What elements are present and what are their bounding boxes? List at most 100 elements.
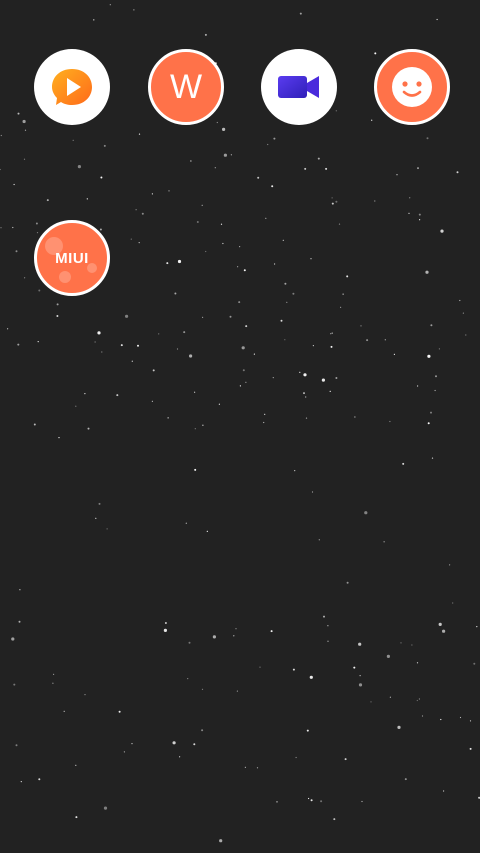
star xyxy=(239,246,241,248)
star xyxy=(303,373,307,377)
smiley-app-icon[interactable] xyxy=(374,49,450,125)
star xyxy=(256,767,259,769)
star xyxy=(459,299,461,302)
star xyxy=(431,457,434,459)
star xyxy=(17,343,20,346)
star xyxy=(358,683,363,687)
star xyxy=(438,348,440,350)
star xyxy=(462,312,464,314)
star xyxy=(299,12,302,15)
star xyxy=(274,263,276,265)
star xyxy=(286,301,288,303)
video-player-app-icon[interactable] xyxy=(34,49,110,125)
star xyxy=(353,666,356,669)
star xyxy=(13,683,16,686)
star xyxy=(84,694,86,696)
star xyxy=(86,198,88,200)
star xyxy=(138,133,141,135)
star xyxy=(201,204,203,206)
star xyxy=(306,729,309,732)
star xyxy=(389,420,391,423)
star xyxy=(264,413,266,415)
star xyxy=(371,119,373,121)
star xyxy=(101,351,103,353)
star xyxy=(177,259,182,264)
star xyxy=(194,428,196,430)
star xyxy=(235,628,237,630)
w-app-icon[interactable]: W xyxy=(148,49,224,125)
star xyxy=(299,371,301,373)
star xyxy=(284,282,287,285)
star xyxy=(123,751,125,753)
star xyxy=(141,212,144,215)
star xyxy=(236,690,238,692)
star xyxy=(443,790,445,792)
miui-app-icon[interactable]: MIUI xyxy=(34,220,110,296)
star xyxy=(317,157,320,160)
star xyxy=(179,756,181,758)
star xyxy=(13,183,15,186)
star xyxy=(346,275,349,278)
star xyxy=(294,470,296,472)
star xyxy=(265,217,267,219)
star xyxy=(193,743,196,746)
miui-logo-icon: MIUI xyxy=(55,249,89,267)
star xyxy=(321,378,325,382)
star xyxy=(0,227,2,229)
star xyxy=(151,400,153,402)
star xyxy=(87,427,90,430)
video-call-app-icon[interactable] xyxy=(261,49,337,125)
star xyxy=(38,778,41,781)
letter-w-icon: W xyxy=(169,68,203,106)
star xyxy=(194,391,196,393)
bubble-decoration xyxy=(59,271,71,283)
star xyxy=(118,710,121,713)
star xyxy=(245,325,248,328)
star xyxy=(435,375,437,378)
star xyxy=(325,167,328,170)
star xyxy=(386,654,390,659)
star xyxy=(188,641,191,644)
star xyxy=(361,800,363,803)
star xyxy=(303,392,305,395)
star xyxy=(131,743,133,745)
star xyxy=(242,369,245,372)
star xyxy=(100,176,103,179)
star xyxy=(360,325,362,327)
star xyxy=(333,818,336,821)
star xyxy=(436,18,438,21)
star xyxy=(38,289,41,292)
star xyxy=(7,328,9,330)
star xyxy=(366,339,369,342)
star xyxy=(176,348,179,350)
star xyxy=(120,344,123,347)
star xyxy=(172,741,176,745)
star xyxy=(106,528,108,530)
star xyxy=(396,174,398,176)
star xyxy=(408,212,410,214)
star xyxy=(331,202,334,205)
star xyxy=(58,437,60,439)
star xyxy=(427,422,430,425)
star xyxy=(125,314,129,318)
star xyxy=(253,353,255,355)
star xyxy=(230,154,232,156)
star xyxy=(174,292,177,295)
star xyxy=(327,625,329,627)
star xyxy=(346,581,349,584)
star xyxy=(452,602,454,604)
star xyxy=(77,165,81,169)
star xyxy=(223,153,227,157)
star xyxy=(389,696,391,698)
star xyxy=(417,167,419,170)
star xyxy=(84,393,86,395)
video-camera-icon xyxy=(278,76,319,98)
star xyxy=(229,315,232,318)
star xyxy=(244,766,246,768)
star xyxy=(430,411,432,414)
star xyxy=(320,800,323,803)
star xyxy=(99,228,102,231)
star xyxy=(440,718,442,721)
star xyxy=(239,385,241,387)
star xyxy=(130,238,132,240)
